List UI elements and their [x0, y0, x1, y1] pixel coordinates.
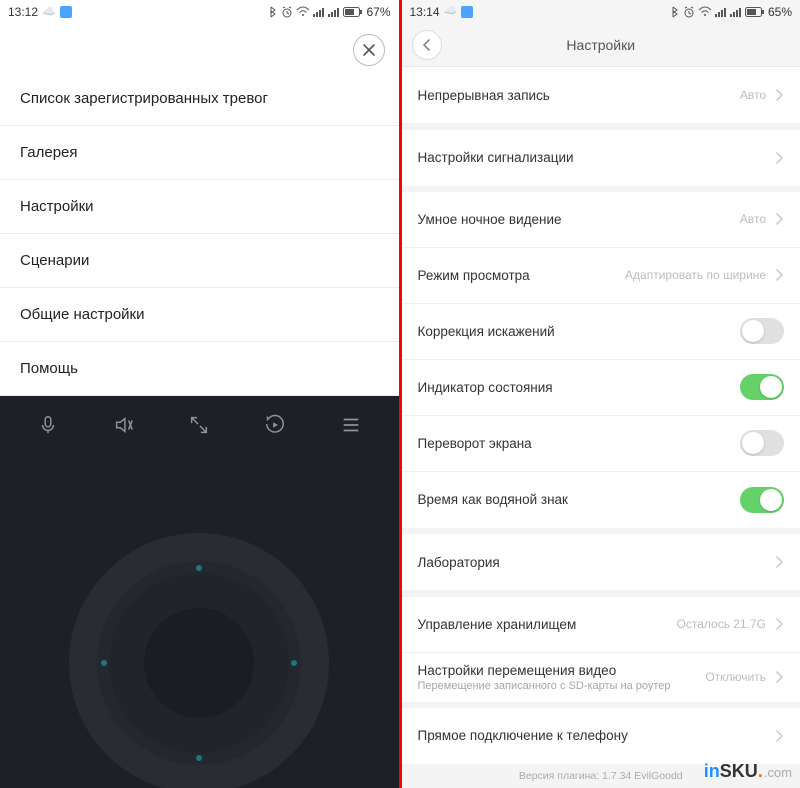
alarm-icon — [683, 6, 695, 18]
watermark: inSKU..com — [704, 761, 792, 782]
signal-icon — [313, 6, 325, 18]
status-bar-left: 13:12 ☁️ 67% — [0, 0, 399, 24]
phone-right: 13:14 ☁️ 65% Настройки — [402, 0, 800, 788]
wifi-icon — [698, 6, 712, 18]
row-label: Режим просмотра — [418, 268, 626, 283]
ptz-panel — [0, 396, 399, 788]
signal-icon-2 — [328, 6, 340, 18]
signal-icon — [715, 6, 727, 18]
settings-row[interactable]: Прямое подключение к телефону — [402, 708, 800, 764]
ptz-toolbar — [0, 396, 399, 453]
toggle[interactable] — [740, 487, 784, 513]
row-value: Авто — [740, 212, 766, 226]
row-value: Адаптировать по ширине — [625, 268, 766, 282]
alarm-icon — [281, 6, 293, 18]
chevron-right-icon — [774, 618, 784, 630]
menu-list: Список зарегистрированных тревог Галерея… — [0, 72, 399, 396]
row-label: Управление хранилищем — [418, 617, 677, 632]
row-value: Отключить — [705, 670, 766, 684]
bluetooth-icon — [268, 6, 278, 18]
chevron-right-icon — [774, 730, 784, 742]
chevron-right-icon — [774, 671, 784, 683]
menu-item-general[interactable]: Общие настройки — [0, 288, 399, 342]
wifi-icon — [296, 6, 310, 18]
chevron-right-icon — [774, 269, 784, 281]
phone-left: 13:12 ☁️ 67% Список зарегистр — [0, 0, 402, 788]
mic-icon[interactable] — [37, 414, 59, 441]
page-title: Настройки — [402, 37, 800, 53]
signal-icon-2 — [730, 6, 742, 18]
fullscreen-icon[interactable] — [188, 414, 210, 441]
row-label: Индикатор состояния — [418, 380, 741, 395]
ptz-ring[interactable] — [69, 533, 329, 788]
row-label: Прямое подключение к телефону — [418, 728, 773, 743]
settings-row[interactable]: Настройки сигнализации — [402, 130, 800, 186]
mute-icon[interactable] — [113, 414, 135, 441]
menu-item-alarms[interactable]: Список зарегистрированных тревог — [0, 72, 399, 126]
close-button[interactable] — [353, 34, 385, 66]
toggle[interactable] — [740, 374, 784, 400]
toggle[interactable] — [740, 430, 784, 456]
replay-icon[interactable] — [264, 414, 286, 441]
settings-row[interactable]: Умное ночное видениеАвто — [402, 192, 800, 248]
row-value: Авто — [740, 88, 766, 102]
settings-row[interactable]: Индикатор состояния — [402, 360, 800, 416]
weather-icon: ☁️ — [444, 6, 458, 17]
chevron-right-icon — [774, 556, 784, 568]
row-label: Умное ночное видение — [418, 212, 740, 227]
ptz-left[interactable] — [101, 660, 107, 666]
settings-row[interactable]: Управление хранилищемОсталось 21.7G — [402, 597, 800, 653]
menu-item-help[interactable]: Помощь — [0, 342, 399, 396]
app-tile-icon — [461, 6, 473, 18]
row-label: Непрерывная запись — [418, 88, 740, 103]
back-button[interactable] — [412, 30, 442, 60]
battery-text: 65% — [768, 5, 792, 19]
bluetooth-icon — [670, 6, 680, 18]
ptz-down[interactable] — [196, 755, 202, 761]
row-label: Переворот экрана — [418, 436, 741, 451]
ptz-right[interactable] — [291, 660, 297, 666]
settings-row[interactable]: Непрерывная записьАвто — [402, 67, 800, 123]
row-value: Осталось 21.7G — [677, 617, 766, 631]
toggle[interactable] — [740, 318, 784, 344]
status-time: 13:14 — [410, 5, 440, 19]
status-bar-right: 13:14 ☁️ 65% — [402, 0, 800, 24]
row-label: Настройки сигнализации — [418, 150, 773, 165]
chevron-right-icon — [774, 89, 784, 101]
weather-icon: ☁️ — [42, 7, 56, 18]
battery-icon — [745, 7, 765, 17]
row-subtext: Перемещение записанного с SD-карты на ро… — [418, 680, 706, 692]
menu-item-settings[interactable]: Настройки — [0, 180, 399, 234]
battery-text: 67% — [366, 5, 390, 19]
row-label: Лаборатория — [418, 555, 773, 570]
menu-icon[interactable] — [340, 414, 362, 441]
row-label: Время как водяной знак — [418, 492, 741, 507]
settings-row[interactable]: Переворот экрана — [402, 416, 800, 472]
settings-header: Настройки — [402, 24, 800, 68]
battery-icon — [343, 7, 363, 17]
menu-item-gallery[interactable]: Галерея — [0, 126, 399, 180]
settings-row[interactable]: Настройки перемещения видеоПеремещение з… — [402, 653, 800, 702]
settings-row[interactable]: Режим просмотраАдаптировать по ширине — [402, 248, 800, 304]
row-label: Коррекция искажений — [418, 324, 741, 339]
chevron-right-icon — [774, 213, 784, 225]
menu-item-scenarios[interactable]: Сценарии — [0, 234, 399, 288]
status-time: 13:12 — [8, 5, 38, 19]
settings-row[interactable]: Коррекция искажений — [402, 304, 800, 360]
app-tile-icon — [60, 6, 72, 18]
settings-list: Непрерывная записьАвтоНастройки сигнализ… — [402, 67, 800, 788]
ptz-up[interactable] — [196, 565, 202, 571]
chevron-right-icon — [774, 152, 784, 164]
settings-row[interactable]: Время как водяной знак — [402, 472, 800, 528]
settings-row[interactable]: Лаборатория — [402, 534, 800, 590]
row-label: Настройки перемещения видеоПеремещение з… — [418, 663, 706, 692]
